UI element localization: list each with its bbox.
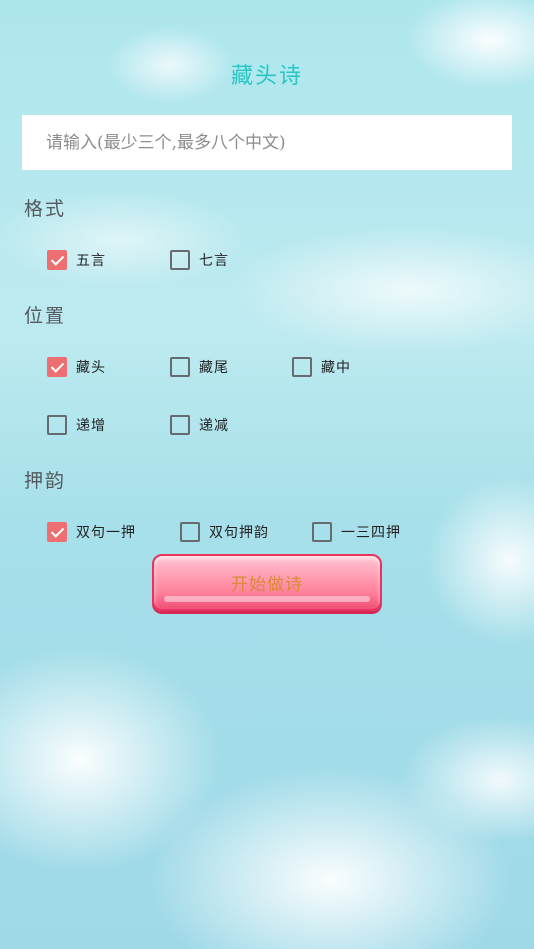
poem-input[interactable] <box>22 115 512 170</box>
rhyme-option-1[interactable]: 双句一押 <box>47 520 136 544</box>
option-label: 双句押韵 <box>209 525 269 541</box>
option-label: 五言 <box>76 253 106 269</box>
option-label: 七言 <box>199 253 229 269</box>
option-label: 递增 <box>76 418 106 434</box>
checkbox-icon[interactable] <box>312 522 332 542</box>
position-option-head[interactable]: 藏头 <box>47 355 106 379</box>
option-label: 双句一押 <box>76 525 136 541</box>
option-label: 藏中 <box>321 360 351 376</box>
position-option-increasing[interactable]: 递增 <box>47 413 106 437</box>
page-title: 藏头诗 <box>230 64 303 89</box>
rhyme-label: 押韵 <box>24 470 67 492</box>
format-label: 格式 <box>24 198 67 220</box>
start-button[interactable]: 开始做诗 <box>152 554 382 611</box>
option-label: 一三四押 <box>341 525 401 541</box>
format-option-five[interactable]: 五言 <box>47 248 106 272</box>
format-option-seven[interactable]: 七言 <box>170 248 229 272</box>
rhyme-option-2[interactable]: 双句押韵 <box>180 520 269 544</box>
position-option-tail[interactable]: 藏尾 <box>170 355 229 379</box>
checkbox-icon[interactable] <box>180 522 200 542</box>
checkbox-icon[interactable] <box>47 357 67 377</box>
checkbox-icon[interactable] <box>170 415 190 435</box>
option-label: 递减 <box>199 418 229 434</box>
checkbox-icon[interactable] <box>47 250 67 270</box>
start-button-label: 开始做诗 <box>231 575 303 595</box>
option-label: 藏头 <box>76 360 106 376</box>
checkbox-icon[interactable] <box>47 522 67 542</box>
rhyme-option-3[interactable]: 一三四押 <box>312 520 401 544</box>
checkbox-icon[interactable] <box>170 357 190 377</box>
position-option-decreasing[interactable]: 递减 <box>170 413 229 437</box>
position-label: 位置 <box>24 305 67 327</box>
position-option-middle[interactable]: 藏中 <box>292 355 351 379</box>
checkbox-icon[interactable] <box>47 415 67 435</box>
checkbox-icon[interactable] <box>292 357 312 377</box>
option-label: 藏尾 <box>199 360 229 376</box>
checkbox-icon[interactable] <box>170 250 190 270</box>
